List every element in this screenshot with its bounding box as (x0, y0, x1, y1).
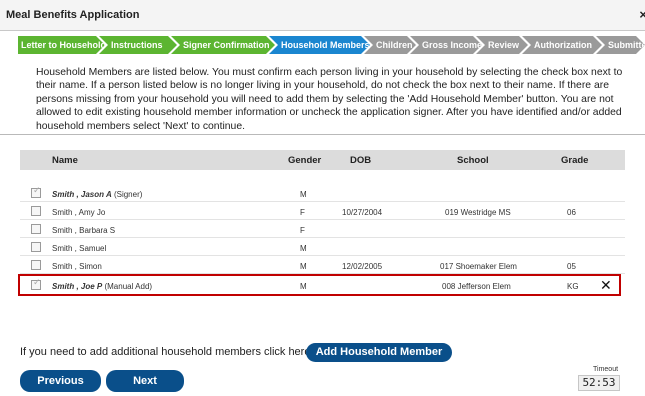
table-row: Smith , Simon M 12/02/2005 017 Shoemaker… (20, 257, 625, 274)
member-name: Smith , Jason A (Signer) (52, 190, 143, 199)
header-grade: Grade (561, 155, 589, 166)
table-row: Smith , Amy Jo F 10/27/2004 019 Westridg… (20, 203, 625, 220)
header-dob: DOB (350, 155, 372, 166)
member-checkbox[interactable] (31, 224, 41, 234)
remove-member-icon[interactable]: ✕ (600, 278, 612, 294)
member-name: Smith , Amy Jo (52, 208, 106, 217)
member-gender: M (300, 244, 307, 253)
member-gender: M (300, 190, 307, 199)
member-gender: F (300, 226, 305, 235)
previous-button[interactable]: Previous (20, 370, 101, 392)
member-name: Smith , Joe P (Manual Add) (52, 282, 153, 291)
table-row: Smith , Samuel M (20, 239, 625, 256)
member-checkbox[interactable] (31, 278, 41, 290)
member-name: Smith , Simon (52, 262, 102, 271)
step-instructions[interactable]: Instructions (99, 36, 177, 54)
member-checkbox[interactable] (31, 206, 41, 216)
member-checkbox[interactable] (31, 260, 41, 270)
table-row: Smith , Barbara S F (20, 221, 625, 238)
member-school: 008 Jefferson Elem (442, 282, 511, 291)
member-checkbox[interactable] (31, 186, 41, 198)
member-gender: F (300, 208, 305, 217)
member-dob: 10/27/2004 (342, 208, 383, 217)
member-name: Smith , Samuel (52, 244, 107, 253)
add-household-member-button[interactable]: Add Household Member (306, 343, 452, 362)
instructions-text: Household Members are listed below. You … (36, 67, 623, 132)
member-grade: 06 (567, 208, 576, 217)
step-children[interactable]: Children (364, 36, 416, 54)
step-review[interactable]: Review (476, 36, 528, 54)
member-school: 017 Shoemaker Elem (440, 262, 517, 271)
timeout-label: Timeout (593, 366, 619, 373)
member-gender: M (300, 262, 307, 271)
step-submitted[interactable]: Submitted (596, 36, 645, 54)
member-gender: M (300, 282, 307, 291)
divider (0, 134, 645, 135)
step-letter-to-household[interactable]: Letter to Household (18, 36, 105, 54)
step-household-members[interactable]: Household Members (269, 36, 370, 54)
member-dob: 12/02/2005 (342, 262, 383, 271)
header-gender: Gender (288, 155, 322, 166)
header-name: Name (52, 155, 78, 166)
step-signer-confirmation[interactable]: Signer Confirmation (171, 36, 275, 54)
window-titlebar: Meal Benefits Application × (0, 0, 645, 31)
step-gross-income[interactable]: Gross Income (410, 36, 482, 54)
member-name: Smith , Barbara S (52, 226, 116, 235)
table-row: Smith , Jason A (Signer) M (20, 185, 625, 202)
progress-steps: Letter to Household Instructions Signer … (18, 36, 645, 54)
timeout-value: 52:53 (578, 375, 620, 391)
header-school: School (457, 155, 489, 166)
member-school: 019 Westridge MS (445, 208, 511, 217)
step-authorization[interactable]: Authorization (522, 36, 602, 54)
table-row-manual-add: Smith , Joe P (Manual Add) M 008 Jeffers… (18, 274, 621, 296)
member-grade: 05 (567, 262, 576, 271)
member-grade: KG (567, 282, 579, 291)
close-icon[interactable]: × (639, 7, 645, 22)
window-title: Meal Benefits Application (6, 9, 140, 21)
add-member-prompt: If you need to add additional household … (20, 346, 314, 358)
table-header: Name Gender DOB School Grade (20, 150, 625, 170)
next-button[interactable]: Next (106, 370, 184, 392)
member-checkbox[interactable] (31, 242, 41, 252)
